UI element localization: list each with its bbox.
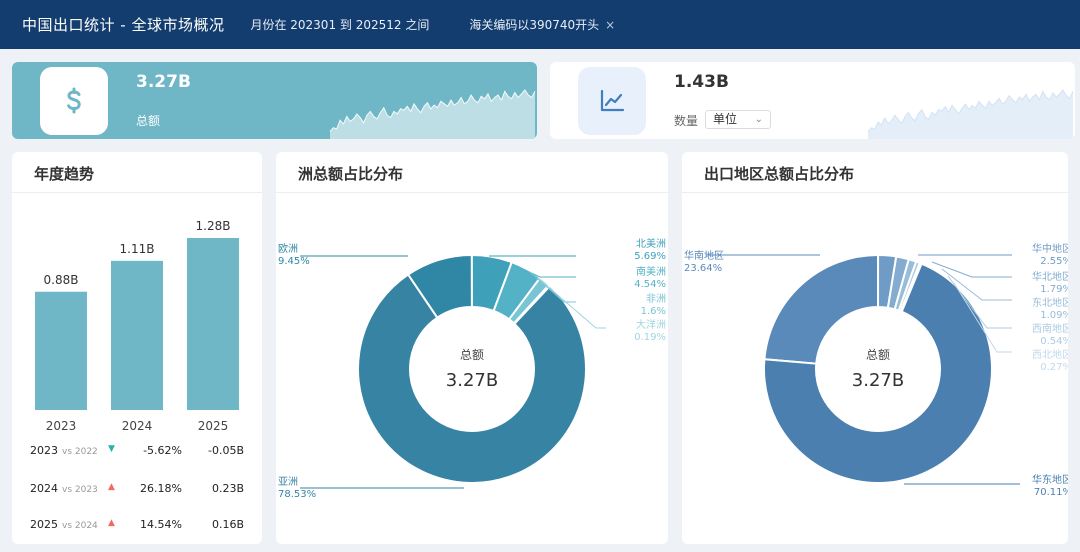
slice-name-label: 西南地区 [1032,322,1068,335]
bar-value-label: 1.11B [120,242,155,256]
kpi-quantity-value: 1.43B [674,72,729,92]
slice-name-label: 非洲 [646,293,666,305]
unit-select-value: 单位 [713,112,738,126]
bar-category-label: 2024 [122,419,153,433]
donut-center-label: 总额 [866,348,890,362]
slice-pct-label: 0.19% [634,332,666,343]
yearly-trend-panel: 年度趋势 0.88B 2023 1.11B 2024 1.28B 2025 2023 vs … [12,152,262,544]
region-donut-chart: 总额 3.27B 华南地区23.64% 华中地区2.55% 华北地区1.79%东北地区1… [684,242,1068,498]
slice-name-label: 北美洲 [636,237,666,250]
donut-center-label: 总额 [460,348,484,362]
code-filter-chip[interactable]: 海关编码以390740开头 × [469,16,615,33]
yoy-year: 2024 vs 2023 [30,482,98,495]
yearly-bar-chart: 0.88B 2023 1.11B 2024 1.28B 2025 [35,219,239,433]
bar-value-label: 1.28B [196,219,231,233]
slice-name-label: 华北地区 [1032,270,1068,283]
donut-center-value: 3.27B [446,370,498,391]
close-icon[interactable]: × [605,18,615,32]
yoy-year: 2025 vs 2024 [30,518,98,531]
arrow-up-icon: ▲ [108,518,115,528]
slice-pct-label: 4.54% [634,279,666,290]
bar-category-label: 2023 [46,419,77,433]
slice-pct-label: 70.11% [1034,487,1068,498]
yoy-pct: -5.62% [143,444,182,457]
yoy-abs: -0.05B [207,444,244,457]
top-bar: 中国出口统计 - 全球市场概况 月份在 202301 到 202512 之间 海… [0,0,1080,49]
slice-pct-label: 1.79% [1040,284,1068,295]
bar-2025 [187,238,239,410]
bar-category-label: 2025 [198,419,229,433]
donut-center-value: 3.27B [852,370,904,391]
unit-select[interactable]: 单位 ⌄ [705,110,771,129]
slice-name-label: 华中地区 [1032,242,1068,255]
slice-name-label: 东北地区 [1032,296,1068,309]
dollar-icon [67,87,81,114]
yoy-vs: vs 2024 [62,521,98,531]
slice-name-label: 大洋洲 [636,318,666,331]
slice-name-label: 华南地区 [684,249,724,262]
kpi-quantity-label: 数量 [674,114,699,128]
arrow-up-icon: ▲ [108,482,115,492]
slice-pct-label: 1.09% [1040,310,1068,321]
slice-name-label: 南美洲 [636,265,666,278]
slice-pct-label: 5.69% [634,251,666,262]
sparkline-area [330,90,535,139]
continent-share-panel: 洲总额占比分布 总额 3.27B 欧洲 9.45% 北美洲 5.69% 南美洲 4.54% 非洲… [276,152,668,544]
slice-name-label: 亚洲 [278,476,298,488]
bar-value-label: 0.88B [44,273,79,287]
kpi-icon-box [578,67,646,135]
slice-pct-label: 23.64% [684,263,722,274]
yoy-vs: vs 2023 [62,485,98,495]
slice-pct-label: 0.27% [1040,362,1068,373]
yoy-abs: 0.23B [211,482,244,495]
code-filter-label: 海关编码以390740开头 [469,18,600,32]
sparkline-area [868,90,1073,139]
yoy-row: 2023 vs 2022 ▼ -5.62% -0.05B [12,444,262,462]
region-share-panel: 出口地区总额占比分布 总额3.27B华南地区23.64%华中地区2.55%华北地… [682,152,1068,544]
date-filter[interactable]: 月份在 202301 到 202512 之间 [250,16,429,33]
trend-line-icon [600,89,625,112]
yoy-row: 2024 vs 2023 ▲ 26.18% 0.23B [12,482,262,500]
kpi-total-value: 3.27B [136,72,191,92]
arrow-down-icon: ▼ [108,444,115,454]
kpi-total-label: 总额 [136,114,161,128]
yoy-year: 2023 vs 2022 [30,444,98,457]
slice-name-label: 欧洲 [278,243,298,255]
page-title: 中国出口统计 - 全球市场概况 [22,16,225,34]
slice-pct-label: 0.54% [1040,336,1068,347]
yoy-row: 2025 vs 2024 ▲ 14.54% 0.16B [12,518,262,536]
yoy-pct: 26.18% [140,482,182,495]
bar-2024 [111,260,163,410]
slice-name-label: 华东地区 [1032,473,1068,486]
slice-pct-label: 9.45% [278,256,310,267]
yoy-vs: vs 2022 [62,447,98,457]
chevron-down-icon: ⌄ [754,114,763,125]
yoy-abs: 0.16B [211,518,244,531]
slice-name-label: 西北地区 [1032,348,1068,361]
continent-donut-chart: 总额 3.27B 欧洲9.45% 北美洲5.69% 南美洲4.54% 非洲1.6%大洋洲0… [278,237,666,500]
donut-slice [763,253,880,365]
slice-pct-label: 1.6% [641,306,666,317]
yoy-pct: 14.54% [140,518,182,531]
kpi-icon-box [40,67,108,135]
kpi-card-total: 3.27B 总额 [12,62,537,139]
kpi-card-quantity: 1.43B 数量 单位 ⌄ [550,62,1075,139]
leader-line [931,261,1012,278]
slice-pct-label: 78.53% [278,489,316,500]
slice-pct-label: 2.55% [1040,256,1068,267]
bar-2023 [35,291,87,410]
